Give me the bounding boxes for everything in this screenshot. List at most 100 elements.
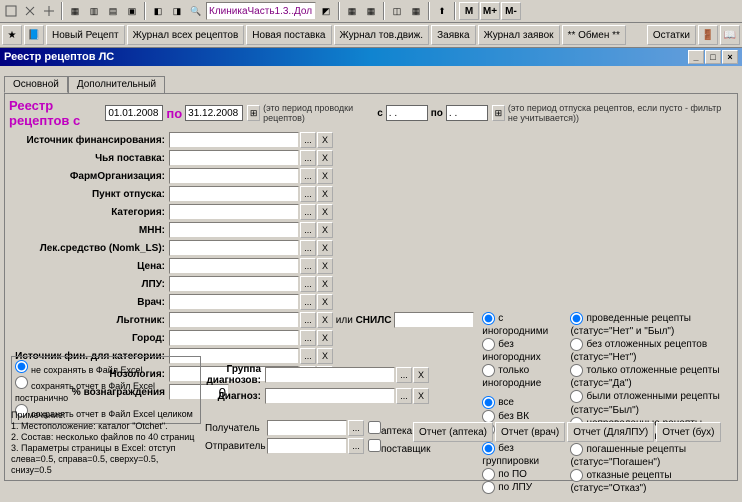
doctor-clear[interactable]: X (317, 294, 333, 310)
exchange-button[interactable]: ** Обмен ** (562, 25, 626, 45)
tb-icon-11[interactable]: ▦ (343, 2, 361, 20)
tb-icon-13[interactable]: ◫ (388, 2, 406, 20)
rg-vk-2[interactable]: без ВК (482, 410, 556, 423)
tb-icon-14[interactable]: ▦ (407, 2, 425, 20)
supply-clear[interactable]: X (317, 150, 333, 166)
rg-status-7[interactable]: отказные рецепты (статус="Отказ") (570, 469, 733, 495)
maximize-button[interactable]: □ (705, 50, 721, 64)
rg-city-2[interactable]: без иногородних (482, 338, 556, 364)
med-clear[interactable]: X (317, 240, 333, 256)
tb-icon-1[interactable] (2, 2, 20, 20)
med-input[interactable] (169, 240, 299, 256)
date-picker-button-2[interactable]: ⊞ (492, 105, 505, 121)
tab-main[interactable]: Основной (4, 76, 68, 93)
tb-icon-9[interactable]: ◨ (168, 2, 186, 20)
m-minus-button[interactable]: M- (501, 2, 521, 20)
sender-lookup[interactable]: ... (348, 438, 364, 454)
diag-clear[interactable]: X (413, 388, 429, 404)
date-to-input[interactable] (185, 105, 243, 121)
sender-input[interactable] (267, 438, 347, 454)
category-lookup[interactable]: ... (300, 204, 316, 220)
fin-src-clear[interactable]: X (317, 132, 333, 148)
tb-icon-12[interactable]: ▦ (362, 2, 380, 20)
city-lookup[interactable]: ... (300, 330, 316, 346)
diag-group-lookup[interactable]: ... (396, 367, 412, 383)
rg-vk-1[interactable]: все (482, 396, 556, 409)
rg-status-6[interactable]: погашенные рецепты (статус="Погашен") (570, 443, 733, 469)
excel-opt-2[interactable]: сохранять отчет в Файл Excel постранично (15, 376, 197, 404)
help-icon[interactable]: 📖 (720, 25, 740, 45)
rg-city-3[interactable]: только иногородние (482, 364, 556, 390)
tb-icon-15[interactable]: ⬆ (433, 2, 451, 20)
context-combo[interactable] (206, 2, 316, 20)
tab-extra[interactable]: Дополнительный (68, 76, 165, 93)
rg-status-1[interactable]: проведенные рецепты (статус="Нет" и "Был… (570, 312, 733, 338)
fin-cat-clear[interactable]: X (317, 348, 333, 364)
rg-status-3[interactable]: только отложенные рецепты (статус="Да") (570, 364, 733, 390)
city-input[interactable] (169, 330, 299, 346)
date2-from-input[interactable] (386, 105, 428, 121)
star-icon[interactable]: ★ (2, 25, 22, 45)
benef-clear[interactable]: X (317, 312, 333, 328)
requests-journal-button[interactable]: Журнал заявок (478, 25, 560, 45)
report-accounting-button[interactable]: Отчет (бух) (656, 422, 720, 442)
diag-lookup[interactable]: ... (396, 388, 412, 404)
doctor-input[interactable] (169, 294, 299, 310)
date2-to-input[interactable] (446, 105, 488, 121)
benef-lookup[interactable]: ... (300, 312, 316, 328)
tb-icon-4[interactable]: ▦ (66, 2, 84, 20)
excel-opt-1[interactable]: не сохранять в Файл Excel (15, 360, 197, 376)
supply-input[interactable] (169, 150, 299, 166)
tb-icon-7[interactable]: ▣ (123, 2, 141, 20)
date-picker-button-1[interactable]: ⊞ (247, 105, 260, 121)
price-lookup[interactable]: ... (300, 258, 316, 274)
fin-src-lookup[interactable]: ... (300, 132, 316, 148)
tb-icon-3[interactable] (40, 2, 58, 20)
rg-group-3[interactable]: по ЛПУ (482, 481, 556, 494)
price-input[interactable] (169, 258, 299, 274)
mnn-clear[interactable]: X (317, 222, 333, 238)
tb-icon-10[interactable]: ◩ (317, 2, 335, 20)
diag-group-input[interactable] (265, 367, 395, 383)
rg-status-4[interactable]: были отложенными рецепты (статус="Был") (570, 390, 733, 416)
fin-src-input[interactable] (169, 132, 299, 148)
category-input[interactable] (169, 204, 299, 220)
rg-group-2[interactable]: по ПО (482, 468, 556, 481)
benef-input[interactable] (169, 312, 299, 328)
report-apteka-button[interactable]: Отчет (аптека) (413, 422, 493, 442)
book-icon[interactable]: 📘 (24, 25, 44, 45)
outlet-input[interactable] (169, 186, 299, 202)
stock-button[interactable]: Остатки (647, 25, 696, 45)
date-from-input[interactable] (105, 105, 163, 121)
category-clear[interactable]: X (317, 204, 333, 220)
binoculars-icon[interactable]: 🔍 (187, 2, 205, 20)
pharm-input[interactable] (169, 168, 299, 184)
fin-cat-lookup[interactable]: ... (300, 348, 316, 364)
recipient-input[interactable] (267, 420, 347, 436)
goods-journal-button[interactable]: Журнал тов.движ. (334, 25, 430, 45)
diag-input[interactable] (265, 388, 395, 404)
city-clear[interactable]: X (317, 330, 333, 346)
mnn-lookup[interactable]: ... (300, 222, 316, 238)
rg-group-1[interactable]: без группировки (482, 442, 556, 468)
request-button[interactable]: Заявка (431, 25, 476, 45)
diag-group-clear[interactable]: X (413, 367, 429, 383)
med-lookup[interactable]: ... (300, 240, 316, 256)
price-clear[interactable]: X (317, 258, 333, 274)
pharm-lookup[interactable]: ... (300, 168, 316, 184)
lpu-lookup[interactable]: ... (300, 276, 316, 292)
outlet-clear[interactable]: X (317, 186, 333, 202)
supply-lookup[interactable]: ... (300, 150, 316, 166)
m-plus-button[interactable]: M+ (480, 2, 500, 20)
new-supply-button[interactable]: Новая поставка (246, 25, 331, 45)
new-recipe-button[interactable]: Новый Рецепт (46, 25, 125, 45)
exit-icon[interactable]: 🚪 (698, 25, 718, 45)
tb-icon-6[interactable]: ▤ (104, 2, 122, 20)
tb-icon-2[interactable] (21, 2, 39, 20)
snils-input[interactable] (394, 312, 474, 328)
doctor-lookup[interactable]: ... (300, 294, 316, 310)
recipient-lookup[interactable]: ... (348, 420, 364, 436)
tb-icon-5[interactable]: ▥ (85, 2, 103, 20)
m-button[interactable]: M (459, 2, 479, 20)
pharm-clear[interactable]: X (317, 168, 333, 184)
